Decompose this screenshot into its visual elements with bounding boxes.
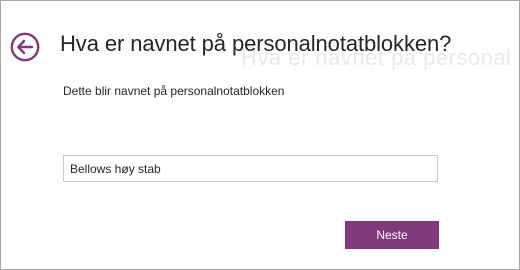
back-button[interactable]: [10, 32, 40, 62]
dialog-title: Hva er navnet på personalnotatblokken?: [60, 31, 452, 56]
arrow-left-circle-icon: [10, 32, 40, 62]
next-button[interactable]: Neste: [345, 221, 439, 249]
dialog-frame: Hva er navnet på personalnotatblokken? H…: [0, 0, 520, 270]
dialog-subtitle: Dette blir navnet på personalnotatblokke…: [63, 84, 285, 98]
notebook-name-input[interactable]: [63, 155, 438, 182]
